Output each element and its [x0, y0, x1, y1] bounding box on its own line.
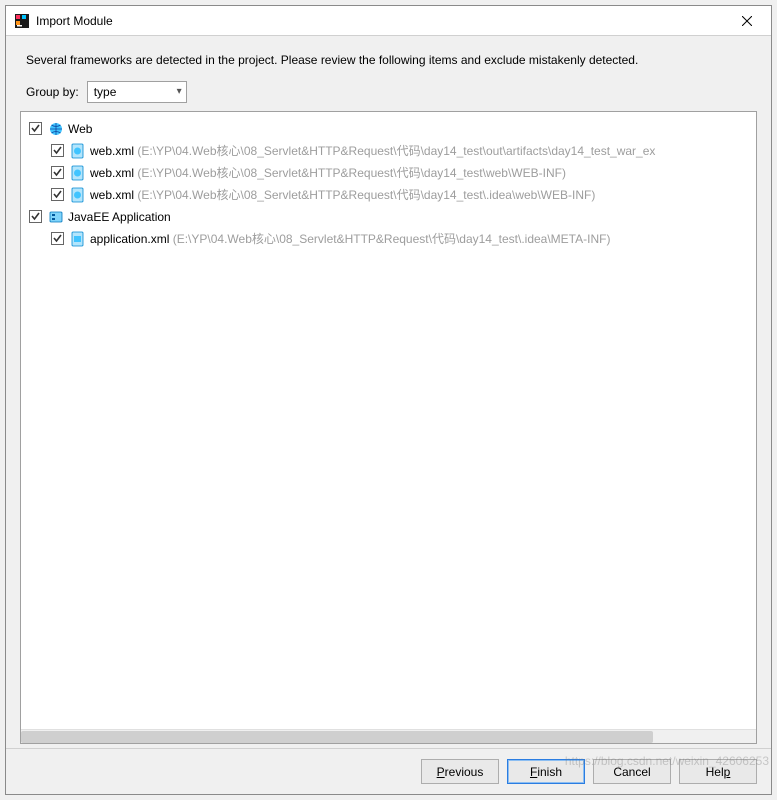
- checkbox[interactable]: [51, 144, 64, 157]
- groupby-value: type: [94, 85, 117, 99]
- help-button[interactable]: Help: [679, 759, 757, 784]
- checkbox[interactable]: [51, 232, 64, 245]
- groupby-label: Group by:: [26, 85, 79, 99]
- tree-item[interactable]: web.xml (E:\YP\04.Web核心\08_Servlet&HTTP&…: [27, 140, 752, 162]
- group-javaee[interactable]: JavaEE Application: [27, 206, 752, 228]
- checkbox[interactable]: [51, 166, 64, 179]
- intellij-icon: [14, 13, 30, 29]
- checkbox[interactable]: [29, 122, 42, 135]
- checkbox[interactable]: [29, 210, 42, 223]
- item-path: (E:\YP\04.Web核心\08_Servlet&HTTP&Request\…: [137, 186, 595, 203]
- web-xml-icon: [70, 143, 86, 159]
- horizontal-scrollbar[interactable]: [21, 729, 756, 743]
- button-bar: Previous Finish Cancel Help: [6, 748, 771, 794]
- close-icon: [742, 16, 752, 26]
- description-text: Several frameworks are detected in the p…: [26, 52, 757, 69]
- window-title: Import Module: [36, 14, 113, 28]
- item-name: application.xml: [90, 232, 169, 246]
- titlebar: Import Module: [6, 6, 771, 36]
- item-name: web.xml: [90, 144, 134, 158]
- web-xml-icon: [70, 165, 86, 181]
- tree-item[interactable]: web.xml (E:\YP\04.Web核心\08_Servlet&HTTP&…: [27, 184, 752, 206]
- group-label: Web: [68, 122, 92, 136]
- item-name: web.xml: [90, 166, 134, 180]
- content-area: Several frameworks are detected in the p…: [6, 36, 771, 748]
- item-name: web.xml: [90, 188, 134, 202]
- group-web[interactable]: Web: [27, 118, 752, 140]
- close-button[interactable]: [725, 7, 769, 35]
- javaee-xml-icon: [70, 231, 86, 247]
- group-label: JavaEE Application: [68, 210, 171, 224]
- chevron-down-icon: ▾: [177, 86, 182, 97]
- checkbox[interactable]: [51, 188, 64, 201]
- groupby-combo[interactable]: type ▾: [87, 81, 187, 103]
- web-facet-icon: [48, 121, 64, 137]
- tree-item[interactable]: application.xml (E:\YP\04.Web核心\08_Servl…: [27, 228, 752, 250]
- item-path: (E:\YP\04.Web核心\08_Servlet&HTTP&Request\…: [137, 164, 566, 181]
- finish-button[interactable]: Finish: [507, 759, 585, 784]
- tree-item[interactable]: web.xml (E:\YP\04.Web核心\08_Servlet&HTTP&…: [27, 162, 752, 184]
- item-path: (E:\YP\04.Web核心\08_Servlet&HTTP&Request\…: [173, 230, 611, 247]
- previous-button[interactable]: Previous: [421, 759, 499, 784]
- groupby-row: Group by: type ▾: [26, 81, 757, 103]
- frameworks-panel: Web web.xml (E:\YP\04.Web核心\08_Servlet&H…: [20, 111, 757, 744]
- cancel-button[interactable]: Cancel: [593, 759, 671, 784]
- item-path: (E:\YP\04.Web核心\08_Servlet&HTTP&Request\…: [137, 142, 655, 159]
- frameworks-tree[interactable]: Web web.xml (E:\YP\04.Web核心\08_Servlet&H…: [21, 112, 756, 729]
- import-module-dialog: Import Module Several frameworks are det…: [5, 5, 772, 795]
- javaee-facet-icon: [48, 209, 64, 225]
- web-xml-icon: [70, 187, 86, 203]
- scrollbar-thumb[interactable]: [21, 731, 653, 743]
